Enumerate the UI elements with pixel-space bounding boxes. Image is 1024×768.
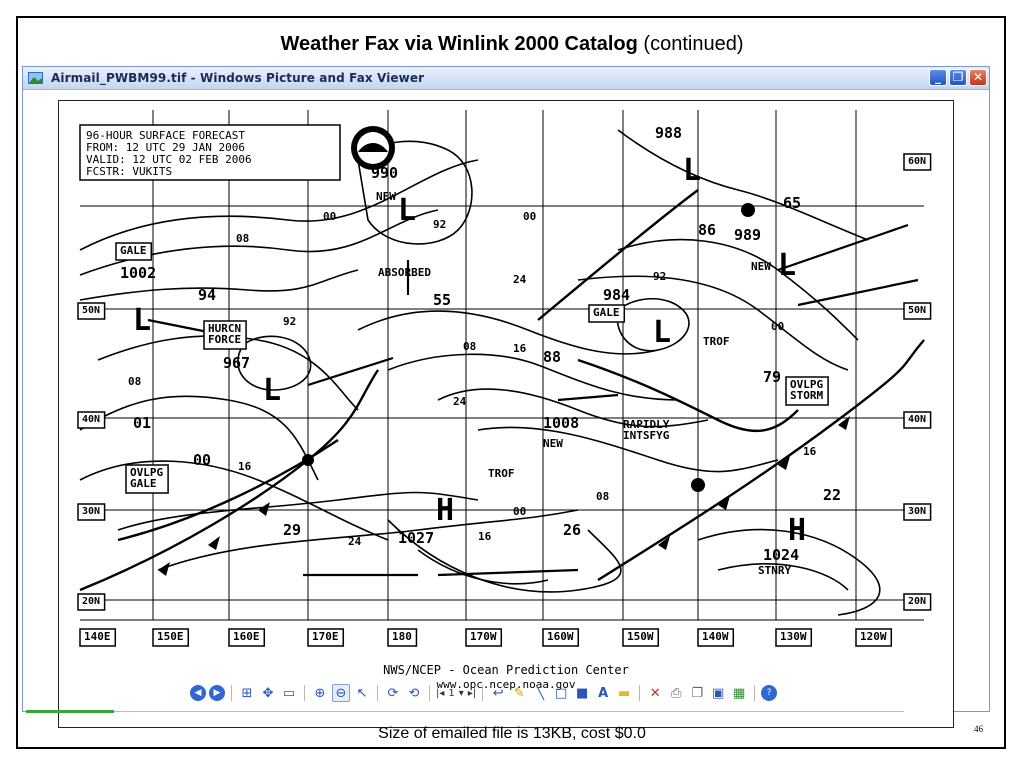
select-icon[interactable]: ↖ [353, 684, 371, 702]
copy-icon[interactable]: ❐ [688, 684, 706, 702]
window-titlebar[interactable]: Airmail_PWBM99.tif - Windows Picture and… [23, 67, 989, 90]
status-bar-indicator [26, 710, 114, 713]
toolbar-separator [482, 685, 484, 701]
map-border [58, 100, 954, 728]
close-button[interactable]: ✕ [969, 69, 987, 86]
window-title: Airmail_PWBM99.tif - Windows Picture and… [51, 71, 425, 85]
line-icon[interactable]: ╲ [531, 684, 549, 702]
text-icon[interactable]: A [594, 684, 612, 702]
edit-icon[interactable]: ▦ [730, 684, 748, 702]
slide-caption: Size of emailed file is 13KB, cost $0.0 [378, 725, 646, 742]
picture-viewer-window: Airmail_PWBM99.tif - Windows Picture and… [22, 66, 990, 728]
toolbar-separator [231, 685, 232, 701]
rotate-counterclockwise-icon[interactable]: ⟲ [405, 684, 423, 702]
annotation-icon[interactable]: ↩ [489, 684, 507, 702]
zoom-out-icon[interactable]: ⊖ [332, 684, 350, 702]
slide-title-bold: Weather Fax via Winlink 2000 Catalog [280, 33, 638, 55]
save-icon[interactable]: ▣ [709, 684, 727, 702]
toolbar-separator [377, 685, 378, 701]
next-image-icon[interactable]: ▶ [209, 685, 225, 701]
page-dropdown[interactable]: ▾ [459, 688, 464, 699]
first-page-icon[interactable]: |◂ [436, 688, 444, 699]
previous-image-icon[interactable]: ◀ [190, 685, 206, 701]
zoom-in-icon[interactable]: ⊕ [311, 684, 329, 702]
last-page-icon[interactable]: ▸| [468, 688, 476, 699]
best-fit-icon[interactable]: ⊞ [238, 684, 256, 702]
print-icon[interactable]: ⎙ [667, 684, 685, 702]
image-viewport[interactable]: 96-HOUR SURFACE FORECAST FROM: 12 UTC 29… [58, 100, 954, 728]
note-icon[interactable]: ▬ [615, 684, 633, 702]
rectangle-icon[interactable]: □ [552, 684, 570, 702]
slide-title-rest: (continued) [643, 33, 744, 55]
page-selector[interactable]: |◂ 1 ▾ ▸| [436, 685, 476, 701]
pen-icon[interactable]: ✎ [510, 684, 528, 702]
toolbar-separator [754, 685, 756, 701]
maximize-button[interactable]: ❐ [949, 69, 967, 86]
toolbar-separator [639, 685, 641, 701]
toolbar-separator [304, 685, 305, 701]
delete-icon[interactable]: ✕ [646, 684, 664, 702]
toolbar-separator [429, 685, 430, 701]
actual-size-icon[interactable]: ✥ [259, 684, 277, 702]
viewer-toolbar: ◀ ▶ ⊞ ✥ ▭ ⊕ ⊖ ↖ ⟳ ⟲ |◂ 1 ▾ ▸| ↩ ✎ ╲ □ ■ … [190, 682, 778, 704]
filled-rectangle-icon[interactable]: ■ [573, 684, 591, 702]
help-icon[interactable]: ? [761, 685, 778, 701]
slide-page-number: 46 [974, 724, 983, 734]
minimize-button[interactable]: _ [929, 69, 947, 86]
page-number-value: 1 [448, 687, 455, 699]
status-bar [114, 711, 904, 712]
slide-title: Weather Fax via Winlink 2000 Catalog (co… [0, 33, 1024, 56]
slideshow-icon[interactable]: ▭ [280, 684, 298, 702]
rotate-clockwise-icon[interactable]: ⟳ [384, 684, 402, 702]
picture-viewer-icon [28, 72, 43, 84]
